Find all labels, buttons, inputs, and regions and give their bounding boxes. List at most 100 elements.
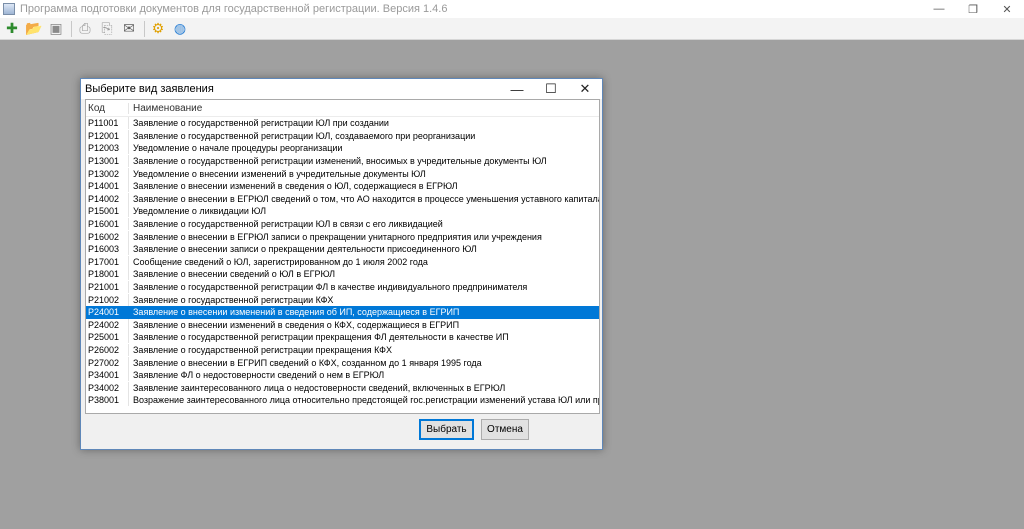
item-code: Р25001 [88,332,120,343]
app-title-bar: Программа подготовки документов для госу… [0,0,1024,18]
list-item[interactable]: Р24001 Заявление о внесении изменений в с… [86,305,599,319]
item-code: Р16002 [88,231,120,242]
item-name: Сообщение сведений о ЮЛ, зарегистрирован… [128,255,599,268]
toolbar: ✚ 📂 ▣ ⎙ ⎘ ✉ ⚙ ◍ [0,18,1024,40]
list-item[interactable]: Р21002 Заявление о государственной регист… [86,293,599,306]
item-code: Р16001 [88,219,120,230]
app-icon [3,3,15,15]
list-item[interactable]: Р11001 Заявление о государственной регист… [86,117,599,130]
list-item[interactable]: Р16002 Заявление о внесении в ЕГРЮЛ запис… [86,230,599,243]
item-code: Р38001 [88,395,120,406]
list-item[interactable]: Р12001 Заявление о государственной регист… [86,129,599,143]
item-name: Заявление о внесении в ЕГРЮЛ сведений о … [128,192,599,205]
list-item[interactable]: Р17001 Сообщение сведений о ЮЛ, зарегистр… [86,255,599,269]
application-type-list[interactable]: Код Наименование Р11001 Заявление о госуд… [85,99,600,414]
item-code: Р15001 [88,206,120,217]
item-code: Р34001 [88,370,120,381]
item-code: Р17001 [88,256,120,267]
item-code: Р12001 [88,130,120,141]
item-name: Заявление о государственной регистрации … [128,117,599,130]
help-globe-icon[interactable]: ◍ [170,19,190,39]
minimize-button[interactable]: — [922,0,956,18]
item-name: Заявление о государственной регистрации … [128,155,599,168]
item-name: Заявление о государственной регистрации … [128,129,599,142]
list-item[interactable]: Р13001 Заявление о государственной регист… [86,155,599,168]
item-name: Заявление о внесении изменений в сведени… [128,180,599,193]
save-icon[interactable]: ▣ [46,19,66,39]
close-button[interactable]: ✕ [990,0,1024,18]
list-item[interactable]: Р14002 Заявление о внесении в ЕГРЮЛ сведе… [86,192,599,206]
list-item[interactable]: Р18001 Заявление о внесении сведений о ЮЛ… [86,268,599,281]
item-name: Заявление о государственной регистрации … [128,293,599,306]
list-item[interactable]: Р26002 Заявление о государственной регист… [86,343,599,357]
dialog-title: Выберите вид заявления [85,83,214,95]
item-code: Р16003 [88,244,120,255]
dialog-title-bar: Выберите вид заявления — ☐ ✕ [81,79,602,99]
open-folder-icon[interactable]: 📂 [24,19,44,39]
list-item[interactable]: Р25001 Заявление о государственной регист… [86,331,599,344]
list-rows: Р11001 Заявление о государственной регист… [86,117,599,407]
item-name: Заявление о государственной регистрации … [128,281,599,294]
item-name: Уведомление о внесении изменений в учред… [128,167,599,180]
item-name: Заявление заинтересованного лица о недос… [128,381,599,394]
select-button[interactable]: Выбрать [419,419,474,440]
item-name: Уведомление о ликвидации ЮЛ [128,205,599,218]
settings-gear-icon[interactable]: ⚙ [148,19,168,39]
item-name: Заявление о внесении записи о прекращени… [128,243,599,256]
list-item[interactable]: Р38001 Возражение заинтересованного лица … [86,394,599,407]
app-title: Программа подготовки документов для госу… [20,3,448,15]
select-application-dialog: Выберите вид заявления — ☐ ✕ Код Наимено… [80,78,603,450]
item-name: Заявление ФЛ о недостоверности сведений … [128,369,599,382]
list-item[interactable]: Р16003 Заявление о внесении записи о прек… [86,243,599,256]
item-code: Р18001 [88,269,120,280]
item-code: Р27002 [88,357,120,368]
cancel-button[interactable]: Отмена [481,419,529,440]
new-document-icon[interactable]: ✚ [2,19,22,39]
print-preview-icon[interactable]: ⎘ [97,19,117,39]
item-code: Р24001 [88,307,120,318]
dialog-close-button[interactable]: ✕ [568,79,602,99]
list-item[interactable]: Р34002 Заявление заинтересованного лица о… [86,381,599,394]
item-name: Заявление о государственной регистрации … [128,343,599,356]
dialog-window-controls: — ☐ ✕ [500,79,602,99]
list-item[interactable]: Р34001 Заявление ФЛ о недостоверности све… [86,369,599,382]
item-code: Р21002 [88,294,120,305]
list-header: Код Наименование [86,100,599,117]
item-code: Р24002 [88,319,120,330]
item-code: Р11001 [88,118,119,129]
item-name: Уведомление о начале процедуры реорганиз… [128,142,599,155]
item-name: Заявление о внесении в ЕГРЮЛ записи о пр… [128,230,599,243]
list-item[interactable]: Р15001 Уведомление о ликвидации ЮЛ [86,205,599,218]
item-name: Заявление о внесении в ЕГРИП сведений о … [128,356,599,369]
restore-button[interactable]: ❐ [956,0,990,18]
list-item[interactable]: Р12003 Уведомление о начале процедуры рео… [86,142,599,155]
mail-icon[interactable]: ✉ [119,19,139,39]
list-item[interactable]: Р16001 Заявление о государственной регист… [86,218,599,231]
item-code: Р13001 [88,156,120,167]
item-name: Заявление о внесении сведений о ЮЛ в ЕГР… [128,268,599,281]
list-item[interactable]: Р24002 Заявление о внесении изменений в с… [86,318,599,332]
list-item[interactable]: Р14001 Заявление о внесении изменений в с… [86,180,599,193]
list-item[interactable]: Р13002 Уведомление о внесении изменений в… [86,167,599,180]
dialog-maximize-button[interactable]: ☐ [534,79,568,99]
dialog-minimize-button[interactable]: — [500,79,534,99]
item-name: Заявление о внесении изменений в сведени… [128,318,599,331]
item-name: Заявление о государственной регистрации … [128,218,599,231]
column-header-code[interactable]: Код [86,103,128,114]
item-code: Р14002 [88,193,120,204]
list-item[interactable]: Р27002 Заявление о внесении в ЕГРИП сведе… [86,356,599,369]
column-header-name[interactable]: Наименование [128,102,599,114]
list-item[interactable]: Р21001 Заявление о государственной регист… [86,281,599,294]
toolbar-separator [144,20,145,37]
print-icon[interactable]: ⎙ [75,19,95,39]
item-code: Р13002 [88,168,120,179]
item-name: Заявление о государственной регистрации … [128,331,599,344]
item-code: Р12003 [88,143,120,154]
item-name: Заявление о внесении изменений в сведени… [128,306,599,319]
item-name: Возражение заинтересованного лица относи… [128,394,599,407]
item-code: Р21001 [88,282,120,293]
toolbar-separator [71,20,72,37]
item-code: Р34002 [88,382,120,393]
window-controls: — ❐ ✕ [922,0,1024,18]
item-code: Р14001 [88,181,120,192]
